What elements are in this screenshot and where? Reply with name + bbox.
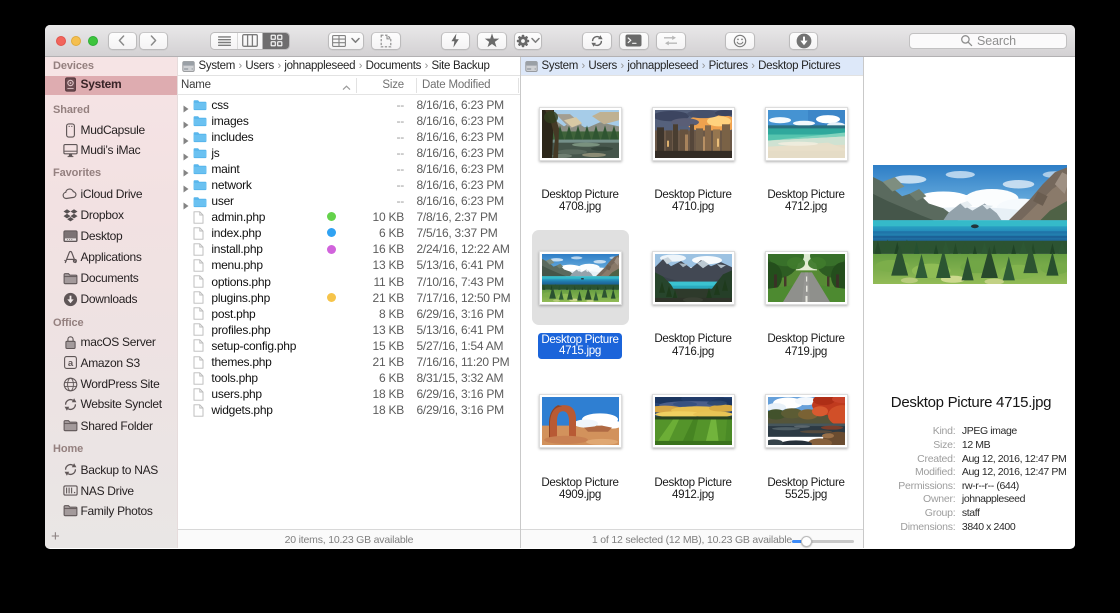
svg-text:a: a	[67, 358, 73, 369]
